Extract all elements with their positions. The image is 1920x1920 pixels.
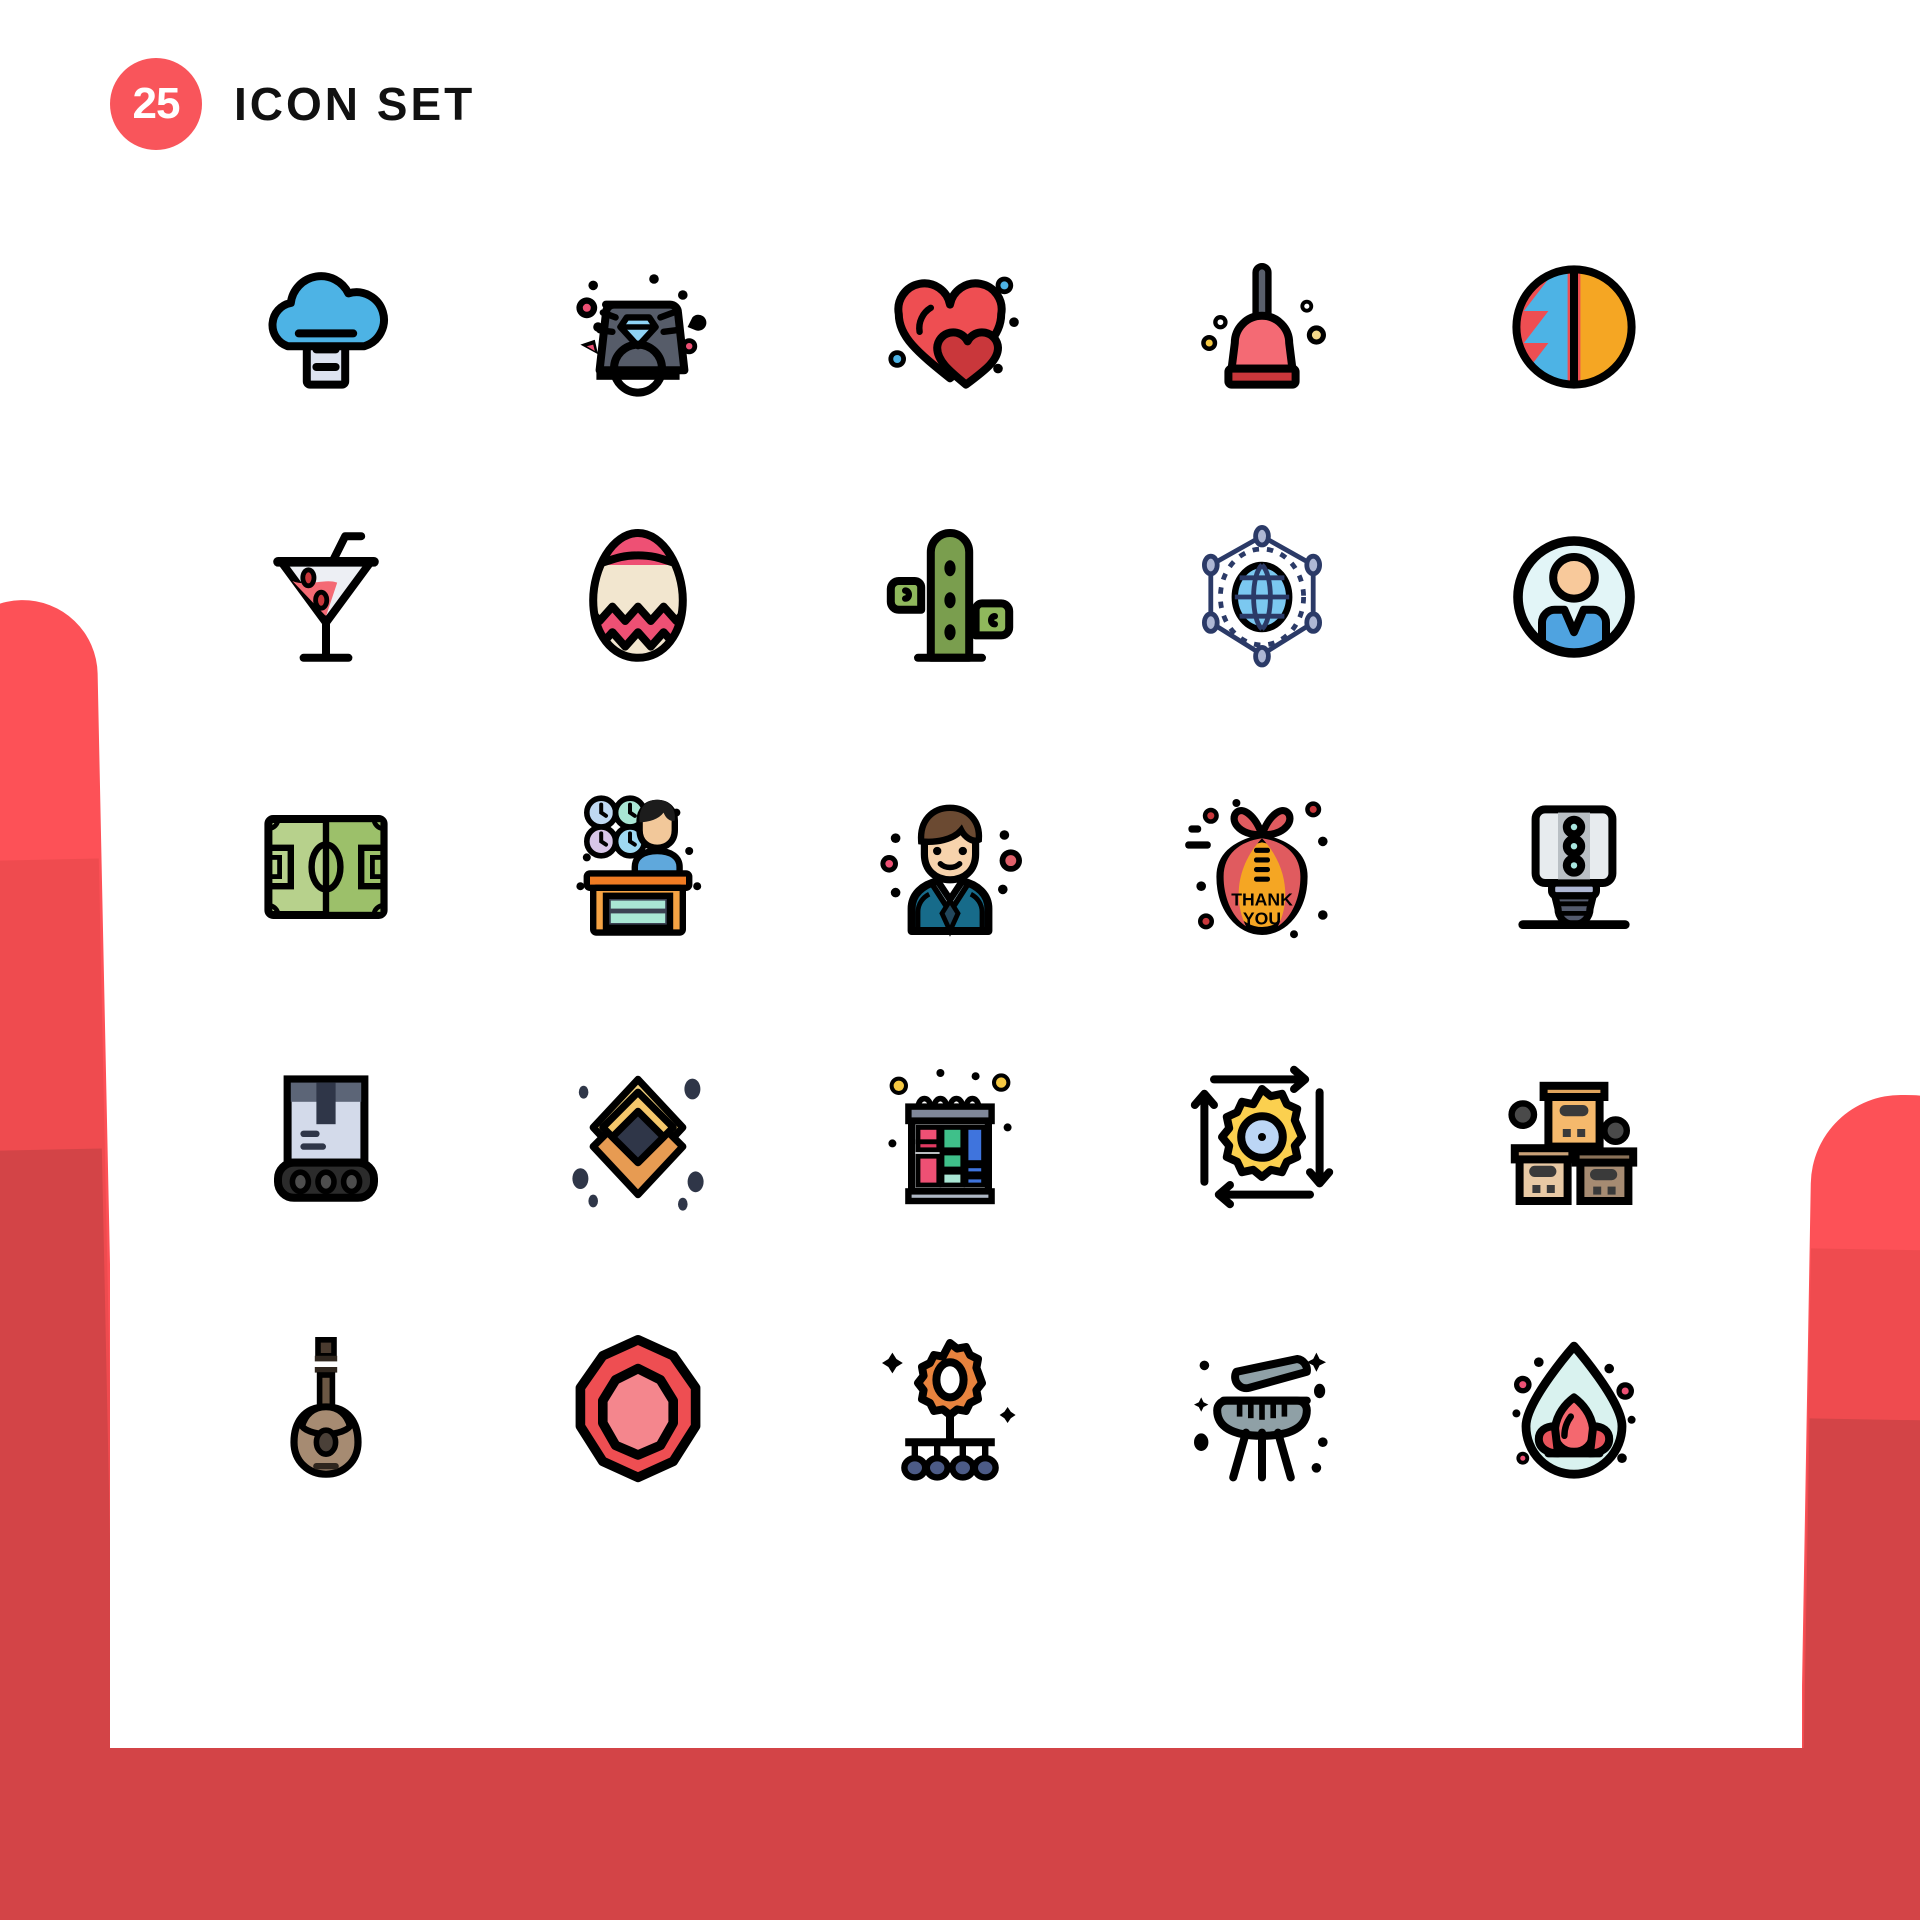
thank-you-text-line1: THANK bbox=[1231, 889, 1293, 909]
user-avatar-icon bbox=[1513, 536, 1635, 658]
icon-cell-gear-cycle[interactable] bbox=[1106, 1002, 1418, 1272]
page-title: Icon Set bbox=[234, 78, 476, 130]
icon-cell-bbq-grill[interactable] bbox=[1106, 1272, 1418, 1542]
icon-cell-layers[interactable] bbox=[482, 1002, 794, 1272]
icon-cell-rose-flower[interactable] bbox=[482, 1272, 794, 1542]
icon-cell-conveyor-package[interactable] bbox=[170, 1002, 482, 1272]
cactus-icon bbox=[886, 529, 1014, 662]
icon-cell-gear-network[interactable] bbox=[794, 1272, 1106, 1542]
bbq-grill-icon bbox=[1194, 1352, 1328, 1482]
icon-count-badge: 25 bbox=[110, 58, 202, 150]
background-band-bottom bbox=[0, 1748, 1920, 1920]
icon-cell-hearts[interactable] bbox=[794, 192, 1106, 462]
water-drop-flame-icon bbox=[1512, 1341, 1636, 1479]
layers-icon bbox=[572, 1075, 704, 1211]
icon-cell-water-drop-flame[interactable] bbox=[1418, 1272, 1730, 1542]
icon-cell-user-avatar[interactable] bbox=[1418, 462, 1730, 732]
icon-cell-global-network[interactable] bbox=[1106, 462, 1418, 732]
kanban-board-icon bbox=[888, 1069, 1012, 1205]
background-band-left-mid bbox=[0, 858, 122, 1920]
icon-set-poster: 25 Icon Set bbox=[0, 0, 1920, 1920]
background-band-right-mid bbox=[1798, 1248, 1920, 1920]
icon-cell-led-bulb[interactable] bbox=[1418, 732, 1730, 1002]
icon-cell-plunger[interactable] bbox=[1106, 192, 1418, 462]
icon-cell-beach-ball[interactable] bbox=[1418, 192, 1730, 462]
stacked-boxes-icon bbox=[1508, 1081, 1638, 1205]
thank-you-balloon-icon: THANK YOU bbox=[1185, 799, 1328, 939]
icon-cell-easter-egg[interactable] bbox=[482, 462, 794, 732]
easter-egg-icon bbox=[589, 528, 687, 662]
icon-cell-soccer-field[interactable] bbox=[170, 732, 482, 1002]
poster-header: 25 Icon Set bbox=[110, 58, 475, 150]
icon-cell-cloud-download[interactable] bbox=[170, 192, 482, 462]
gear-network-icon bbox=[882, 1339, 1016, 1481]
icon-cell-stacked-boxes[interactable] bbox=[1418, 1002, 1730, 1272]
content-card: 25 Icon Set bbox=[110, 0, 1802, 1748]
gear-cycle-icon bbox=[1190, 1065, 1334, 1209]
receptionist-desk-icon bbox=[576, 795, 702, 936]
rose-flower-icon bbox=[575, 1335, 701, 1483]
icon-cell-receptionist-desk[interactable] bbox=[482, 732, 794, 1002]
icon-count-value: 25 bbox=[132, 79, 181, 128]
icon-cell-guitar[interactable] bbox=[170, 1272, 482, 1542]
guitar-icon bbox=[290, 1337, 362, 1478]
beach-ball-icon bbox=[1512, 265, 1636, 389]
led-bulb-icon bbox=[1518, 805, 1630, 929]
background-band-left-light bbox=[0, 598, 124, 1920]
background-band-right-dark bbox=[1800, 1418, 1920, 1920]
icon-cell-kanban-board[interactable] bbox=[794, 1002, 1106, 1272]
icon-cell-ring-box[interactable] bbox=[482, 192, 794, 462]
thank-you-text-line2: YOU bbox=[1243, 909, 1281, 929]
icon-cell-cactus[interactable] bbox=[794, 462, 1106, 732]
icon-cell-cocktail-glass[interactable] bbox=[170, 462, 482, 732]
icon-grid: THANK YOU bbox=[170, 192, 1730, 1542]
icon-cell-thank-you-balloon[interactable]: THANK YOU bbox=[1106, 732, 1418, 1002]
cocktail-glass-icon bbox=[273, 532, 379, 662]
conveyor-package-icon bbox=[274, 1075, 378, 1202]
icon-cell-businessman[interactable] bbox=[794, 732, 1106, 1002]
cloud-download-icon bbox=[268, 272, 388, 389]
soccer-field-icon bbox=[264, 815, 388, 919]
global-network-icon bbox=[1202, 525, 1322, 668]
background-band-left-dark bbox=[0, 1148, 119, 1920]
hearts-icon bbox=[888, 276, 1019, 389]
ring-box-icon bbox=[576, 274, 707, 397]
background-band-right-light bbox=[1797, 1093, 1920, 1920]
businessman-icon bbox=[880, 804, 1022, 937]
plunger-icon bbox=[1201, 263, 1326, 389]
